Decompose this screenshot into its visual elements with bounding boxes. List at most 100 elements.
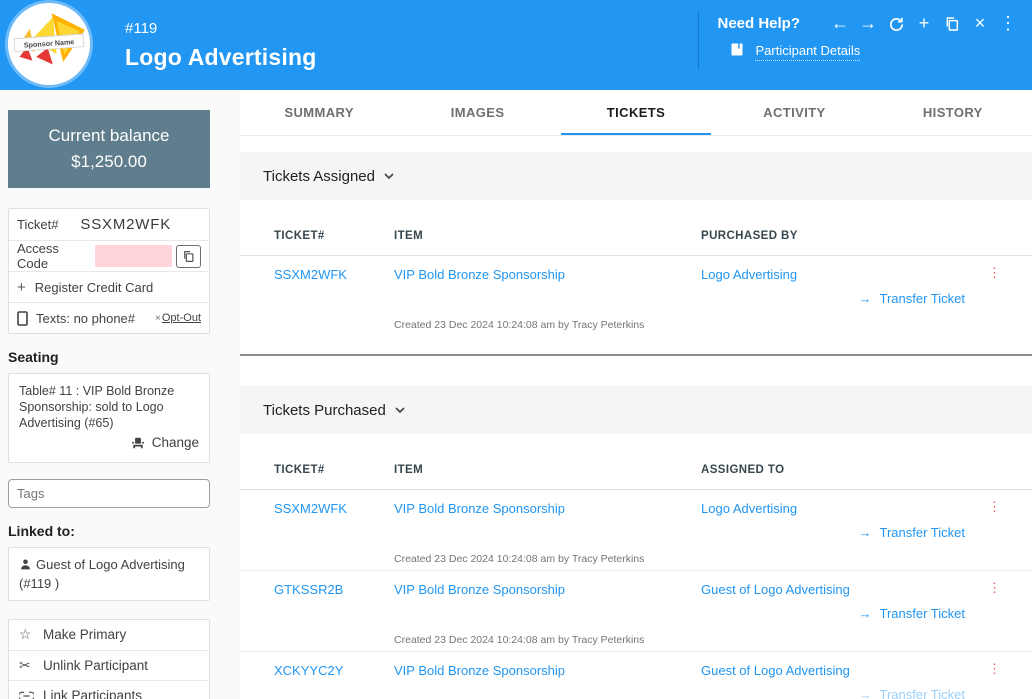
- ticket-number-link[interactable]: SSXM2WFK: [274, 267, 347, 282]
- transfer-ticket-link[interactable]: → Transfer Ticket: [859, 291, 965, 306]
- row-menu-icon[interactable]: ⋮: [988, 581, 1001, 595]
- item-link[interactable]: VIP Bold Bronze Sponsorship: [394, 582, 565, 597]
- copy-icon[interactable]: [938, 12, 966, 34]
- created-text: Created 23 Dec 2024 10:24:08 am by Tracy…: [394, 634, 1032, 647]
- created-text: Created 23 Dec 2024 10:24:08 am by Tracy…: [394, 319, 1032, 332]
- access-code-row: Access Code: [9, 240, 209, 271]
- tab-history[interactable]: HISTORY: [874, 90, 1032, 135]
- participant-actions-card: ☆ Make Primary ✂ Unlink Participant Link…: [8, 619, 210, 699]
- column-assigned-to: ASSIGNED TO: [701, 464, 1032, 476]
- linked-participant-label: Guest of Logo Advertising (#119 ): [19, 557, 185, 591]
- need-help-link[interactable]: Need Help?: [717, 15, 800, 32]
- tickets-assigned-section: Tickets Assigned TICKET# ITEM PURCHASED …: [240, 152, 1032, 356]
- linked-to-heading: Linked to:: [8, 523, 240, 539]
- tab-summary[interactable]: SUMMARY: [240, 90, 398, 135]
- table-row: XCKYYC2Y VIP Bold Bronze Sponsorship Gue…: [240, 652, 1032, 699]
- tickets-purchased-section: Tickets Purchased TICKET# ITEM ASSIGNED …: [240, 386, 1032, 699]
- tab-activity[interactable]: ACTIVITY: [715, 90, 873, 135]
- participant-sidebar: Current balance $1,250.00 Ticket# SSXM2W…: [0, 90, 240, 699]
- participant-number: #119: [125, 20, 316, 37]
- tickets-assigned-header[interactable]: Tickets Assigned: [240, 152, 1032, 200]
- close-icon[interactable]: ×: [966, 12, 994, 34]
- opt-out-x-icon: ×: [155, 313, 161, 324]
- transfer-arrow-icon: →: [859, 687, 872, 699]
- row-menu-icon[interactable]: ⋮: [988, 662, 1001, 676]
- link-participants-button[interactable]: Link Participants: [9, 680, 209, 699]
- register-credit-card-button[interactable]: + Register Credit Card: [9, 271, 209, 302]
- assigned-to-link[interactable]: Guest of Logo Advertising: [701, 582, 850, 597]
- ticket-info-card: Ticket# SSXM2WFK Access Code + Regi: [8, 208, 210, 334]
- linked-participant-item[interactable]: Guest of Logo Advertising (#119 ): [8, 547, 210, 601]
- row-menu-icon[interactable]: ⋮: [988, 500, 1001, 514]
- transfer-arrow-icon: →: [859, 606, 872, 621]
- ticket-number-value: SSXM2WFK: [80, 216, 171, 233]
- change-seating-button[interactable]: Change: [131, 435, 199, 450]
- forward-icon[interactable]: →: [854, 12, 882, 34]
- balance-value: $1,250.00: [71, 152, 147, 172]
- table-row: GTKSSR2B VIP Bold Bronze Sponsorship Gue…: [240, 571, 1032, 652]
- current-balance-box: Current balance $1,250.00: [8, 110, 210, 188]
- refresh-icon[interactable]: [882, 12, 910, 34]
- item-link[interactable]: VIP Bold Bronze Sponsorship: [394, 501, 565, 516]
- item-link[interactable]: VIP Bold Bronze Sponsorship: [394, 267, 565, 282]
- item-link[interactable]: VIP Bold Bronze Sponsorship: [394, 663, 565, 678]
- ticket-number-link[interactable]: SSXM2WFK: [274, 501, 347, 516]
- tab-images[interactable]: IMAGES: [398, 90, 556, 135]
- avatar[interactable]: Sponsor Name: [8, 3, 90, 85]
- assigned-to-link[interactable]: Guest of Logo Advertising: [701, 663, 850, 678]
- scissors-icon: ✂: [19, 657, 43, 674]
- more-menu-icon[interactable]: ⋮: [994, 12, 1022, 34]
- unlink-participant-button[interactable]: ✂ Unlink Participant: [9, 650, 209, 680]
- seating-card: Table# 11 : VIP Bold Bronze Sponsorship:…: [8, 373, 210, 463]
- purchased-by-link[interactable]: Logo Advertising: [701, 267, 797, 282]
- participant-window: Sponsor Name #119 Logo Advertising Need …: [0, 0, 1032, 699]
- access-code-label: Access Code: [17, 241, 91, 271]
- ticket-number-row: Ticket# SSXM2WFK: [9, 209, 209, 240]
- assigned-to-link[interactable]: Logo Advertising: [701, 501, 797, 516]
- opt-out-link[interactable]: ×Opt-Out: [155, 312, 201, 324]
- table-row: SSXM2WFK VIP Bold Bronze Sponsorship Log…: [240, 256, 1032, 354]
- page-title: Logo Advertising: [125, 44, 316, 71]
- transfer-ticket-link[interactable]: → Transfer Ticket: [859, 606, 965, 621]
- column-purchased-by: PURCHASED BY: [701, 230, 1032, 242]
- header-actions: Need Help? ← → + × ⋮: [698, 12, 1022, 70]
- sponsor-logo-icon: Sponsor Name: [8, 3, 90, 85]
- texts-row: Texts: no phone# ×Opt-Out: [9, 302, 209, 333]
- copy-access-code-button[interactable]: [176, 245, 201, 268]
- transfer-ticket-link[interactable]: → Transfer Ticket: [859, 687, 965, 699]
- star-icon: ☆: [19, 626, 43, 643]
- column-ticket: TICKET#: [240, 464, 394, 476]
- back-icon[interactable]: ←: [826, 12, 854, 34]
- transfer-ticket-link[interactable]: → Transfer Ticket: [859, 525, 965, 540]
- created-text: Created 23 Dec 2024 10:24:08 am by Tracy…: [394, 553, 1032, 566]
- header-title-block: #119 Logo Advertising: [125, 20, 316, 71]
- participant-details-icon: [731, 43, 743, 61]
- transfer-arrow-icon: →: [859, 525, 872, 540]
- top-header: Sponsor Name #119 Logo Advertising Need …: [0, 0, 1032, 90]
- column-item: ITEM: [394, 464, 701, 476]
- plus-icon: +: [17, 279, 26, 296]
- add-icon[interactable]: +: [910, 12, 938, 34]
- column-ticket: TICKET#: [240, 230, 394, 242]
- person-icon: [19, 558, 32, 575]
- participant-details-link[interactable]: Participant Details: [755, 43, 860, 61]
- transfer-arrow-icon: →: [859, 291, 872, 306]
- table-header-row: TICKET# ITEM ASSIGNED TO: [240, 434, 1032, 490]
- row-menu-icon[interactable]: ⋮: [988, 266, 1001, 280]
- tab-tickets[interactable]: TICKETS: [557, 90, 715, 135]
- seat-icon: [131, 436, 145, 450]
- tickets-purchased-header[interactable]: Tickets Purchased: [240, 386, 1032, 434]
- chevron-down-icon: [395, 407, 405, 413]
- ticket-number-link[interactable]: GTKSSR2B: [274, 582, 343, 597]
- chevron-down-icon: [384, 173, 394, 179]
- participant-tabs: SUMMARY IMAGES TICKETS ACTIVITY HISTORY: [240, 90, 1032, 136]
- make-primary-button[interactable]: ☆ Make Primary: [9, 620, 209, 650]
- ticket-number-label: Ticket#: [17, 217, 58, 232]
- register-credit-card-label: Register Credit Card: [35, 280, 154, 295]
- seating-text: Table# 11 : VIP Bold Bronze Sponsorship:…: [19, 383, 199, 431]
- column-item: ITEM: [394, 230, 701, 242]
- access-code-field[interactable]: [95, 245, 172, 267]
- section-divider: [240, 354, 1032, 356]
- ticket-number-link[interactable]: XCKYYC2Y: [274, 663, 343, 678]
- tags-input[interactable]: [8, 479, 210, 508]
